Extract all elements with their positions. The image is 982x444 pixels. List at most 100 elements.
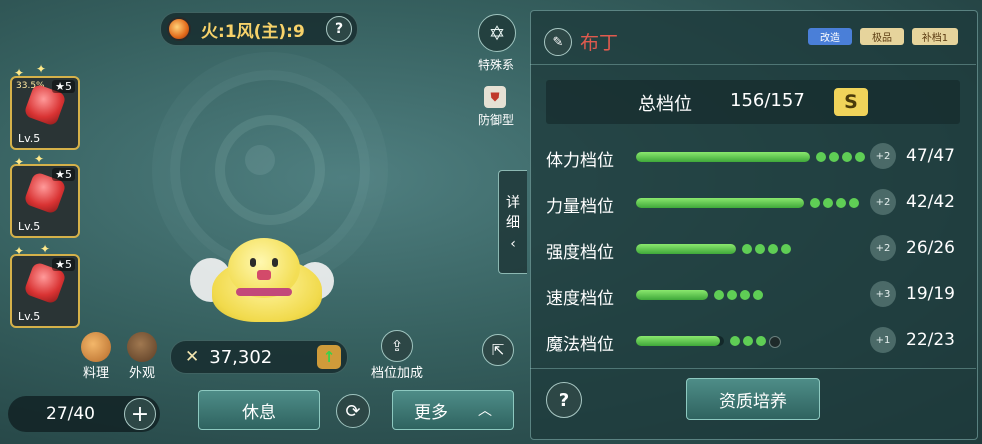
pet-count-text: 27/40 (46, 404, 95, 424)
rename-pencil-icon[interactable]: ✎ (544, 28, 572, 56)
stat-bar-fill (636, 336, 721, 346)
stat-bar-fill (636, 152, 810, 162)
rune-card-3[interactable]: ★5 Lv.5 (10, 254, 80, 328)
stat-bar-track (636, 336, 724, 346)
total-rank-value: 156/157 (730, 90, 805, 111)
share-export-button[interactable]: ⇱ (482, 334, 514, 366)
cooking-button[interactable]: 料理 (80, 332, 112, 381)
special-type-icon[interactable]: ✡ (478, 14, 516, 52)
swap-refresh-button[interactable]: ⟳ (336, 394, 370, 428)
rune-level: Lv.5 (18, 132, 41, 145)
total-rank-label: 总档位 (638, 94, 692, 115)
stats-help-button[interactable]: ? (546, 382, 582, 418)
power-up-arrow-icon[interactable]: ↑ (317, 345, 341, 369)
type-label: 特殊系 (477, 58, 514, 72)
stat-rank-dot (769, 336, 781, 348)
chevron-up-icon: ︿ (478, 403, 492, 419)
stat-rank-dot (730, 336, 740, 346)
cooking-label: 料理 (82, 366, 109, 381)
stat-rank-dot (781, 244, 791, 254)
rune-level: Lv.5 (18, 310, 41, 323)
stat-rank-dot (755, 244, 765, 254)
rank-bonus-label: 档位加成 (370, 366, 423, 381)
detail-tab-char-1: 详 (506, 195, 520, 211)
grade-badge: S (834, 88, 868, 116)
stat-bonus-badge: +1 (870, 327, 896, 353)
stat-rank-dot (753, 290, 763, 300)
combat-power-pill: ✕ 37,302 ↑ (170, 340, 348, 374)
stat-rank-dot (816, 152, 826, 162)
cooking-food-icon (81, 332, 111, 362)
stat-rank-dot (849, 198, 859, 208)
element-help-button[interactable]: ? (326, 16, 352, 42)
stat-rank-dot (714, 290, 724, 300)
stat-rank-dot (842, 152, 852, 162)
stat-bar-track (636, 290, 708, 300)
badge-patch: 补档1 (912, 28, 958, 45)
rank-bonus-button[interactable]: ⇪ 档位加成 (366, 330, 428, 381)
rest-button-label: 休息 (242, 402, 276, 423)
sparkle-icon: ✦ (14, 66, 25, 80)
pet-count-pill: 27/40 + (8, 396, 160, 432)
stat-rank-dot (727, 290, 737, 300)
stat-label: 力量档位 (546, 197, 614, 217)
cultivate-aptitude-button[interactable]: 资质培养 (686, 378, 820, 420)
sparkle-icon: ✦ (14, 244, 25, 258)
stat-rank-dot (829, 152, 839, 162)
defense-type-icon[interactable]: ⛊ (484, 86, 506, 108)
badge-remodel: 改造 (808, 28, 852, 45)
detail-tab[interactable]: 详 细 ‹ (498, 170, 527, 274)
stat-value: 22/23 (906, 330, 955, 350)
combat-power-value: 37,302 (209, 346, 273, 368)
rune-star-count: ★5 (52, 80, 75, 93)
stat-rank-dot (810, 198, 820, 208)
pet-collar (236, 288, 292, 296)
sparkle-icon: ✦ (34, 152, 45, 166)
stat-label: 体力档位 (546, 151, 614, 171)
stats-panel (530, 10, 978, 440)
appearance-button[interactable]: 外观 (124, 332, 160, 381)
stat-bonus-badge: +3 (870, 281, 896, 307)
rank-bonus-icon: ⇪ (381, 330, 413, 362)
stat-bar-fill (636, 244, 736, 254)
stat-rank-dot (743, 336, 753, 346)
background-rune-core (245, 145, 275, 175)
stat-value: 26/26 (906, 238, 955, 258)
stat-label: 魔法档位 (546, 335, 614, 355)
more-button-label: 更多 (414, 402, 448, 423)
pet-beak (257, 270, 271, 280)
pet-name: 布丁 (580, 32, 619, 54)
rune-level: Lv.5 (18, 220, 41, 233)
stat-bonus-badge: +2 (870, 235, 896, 261)
detail-tab-char-2: 细 (506, 215, 520, 231)
rune-star-count: ★5 (52, 258, 75, 271)
crossed-swords-icon: ✕ (185, 347, 200, 367)
stat-bar-fill (636, 198, 804, 208)
rune-star-count: ★5 (52, 168, 75, 181)
rest-button[interactable]: 休息 (198, 390, 320, 430)
stat-label: 速度档位 (546, 289, 614, 309)
element-ratio-text: 火:1风(主):9 (201, 21, 305, 42)
pet-eye (272, 258, 278, 267)
stat-rank-dot (836, 198, 846, 208)
panel-divider-top (530, 64, 976, 65)
appearance-bag-icon (127, 332, 157, 362)
stat-bar-fill (636, 290, 708, 300)
more-button[interactable]: 更多 ︿ (392, 390, 514, 430)
cultivate-aptitude-label: 资质培养 (719, 391, 787, 412)
stat-value: 42/42 (906, 192, 955, 212)
defense-type-label: 防御型 (477, 113, 514, 127)
panel-divider-bottom (530, 368, 976, 369)
chevron-left-icon: ‹ (510, 236, 516, 252)
stat-bonus-badge: +2 (870, 189, 896, 215)
stat-rank-dot (768, 244, 778, 254)
badge-premium: 极品 (860, 28, 904, 45)
stat-bar-track (636, 244, 736, 254)
element-info-pill: 火:1风(主):9 ? (160, 12, 358, 46)
rune-card-2[interactable]: ★5 Lv.5 (10, 164, 80, 238)
appearance-label: 外观 (128, 366, 155, 381)
rune-card-1[interactable]: 33.5% ★5 Lv.5 (10, 76, 80, 150)
element-orb-icon (167, 17, 191, 41)
sparkle-icon: ✦ (14, 155, 25, 169)
add-capacity-button[interactable]: + (124, 398, 156, 430)
